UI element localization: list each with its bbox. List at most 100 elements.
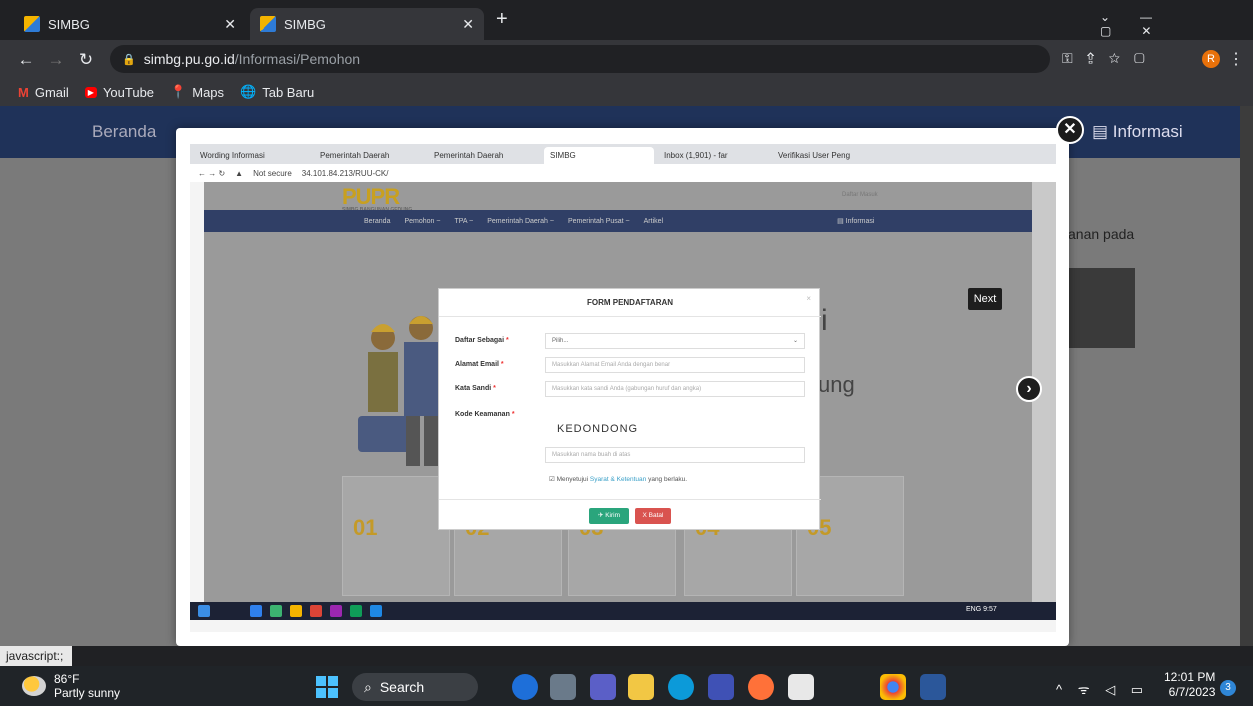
simbg-icon <box>260 16 276 32</box>
label-text: Daftar Sebagai <box>455 337 505 344</box>
inner-nav-info: ▤ Informasi <box>837 218 875 225</box>
app-icon <box>270 605 282 617</box>
inner-nav-item: Beranda <box>364 217 391 225</box>
bookmark-youtube[interactable]: ▶ YouTube <box>84 85 154 100</box>
cancel-button: X Batal <box>635 508 671 524</box>
inner-tab: Verifikasi User Peng <box>778 151 851 160</box>
warning-icon: ▲ <box>235 168 244 178</box>
bookmark-maps[interactable]: 📍 Maps <box>170 84 224 100</box>
form-title: FORM PENDAFTARAN <box>439 289 821 317</box>
lock-icon: 🔒 <box>122 53 136 66</box>
password-field: Masukkan kata sandi Anda (gabungan huruf… <box>545 381 805 397</box>
bookmarks-bar: M Gmail ▶ YouTube 📍 Maps 🌐 Tab Baru <box>0 78 1253 106</box>
bookmark-gmail[interactable]: M Gmail <box>18 85 69 100</box>
address-bar[interactable]: 🔒 simbg.pu.go.id/Informasi/Pemohon <box>110 45 1050 73</box>
inner-nav-item: TPA ~ <box>454 217 474 225</box>
bookmark-label: Gmail <box>34 84 69 100</box>
system-tray[interactable]: ^ ᯤ ◁ ▭ <box>1056 680 1149 698</box>
task-view-icon[interactable] <box>550 674 576 700</box>
worker-leg <box>406 416 420 466</box>
inner-nav: Beranda Pemohon ~ TPA ~ Pemerintah Daera… <box>204 210 1040 232</box>
search-input[interactable]: ⌕ Search <box>352 673 478 701</box>
lightbox: Wording Informasi Pemerintah Daerah Peme… <box>176 128 1069 646</box>
toolbar-icons[interactable]: ⚿⇪☆▢ <box>1062 50 1159 67</box>
menu-icon[interactable]: ⋮ <box>1228 49 1244 69</box>
weather-desc: Partly sunny <box>54 686 121 700</box>
inner-site: PUPRSIMBG BANGUNAN GEDUNG Daftar Masuk B… <box>204 182 1040 618</box>
weather-temp: 86°F <box>54 672 80 686</box>
password-label: Kata Sandi * <box>455 385 496 392</box>
search-icon: ⌕ <box>364 678 372 695</box>
tour-next-button: Next <box>968 288 1002 310</box>
nav-beranda[interactable]: Beranda <box>92 122 156 142</box>
simbg-icon <box>24 16 40 32</box>
back-icon: ← → ↻ <box>198 168 226 178</box>
app-icon-widgets[interactable] <box>512 674 538 700</box>
form-footer: ✈ Kirim X Batal <box>439 499 821 531</box>
select-value: Pilih... <box>552 338 569 344</box>
chevron-down-icon: ⌄ <box>792 338 798 344</box>
hero-text: ung <box>818 372 855 397</box>
agree-text: Menyetujui <box>556 476 589 483</box>
inner-nav-item: Artikel <box>643 217 664 225</box>
clock[interactable]: 12:01 PM 6/7/2023 <box>1164 670 1215 700</box>
submit-button: ✈ Kirim <box>589 508 629 524</box>
reload-icon[interactable]: ↻ <box>76 50 96 70</box>
teams-icon[interactable] <box>590 674 616 700</box>
partly-sunny-icon <box>22 676 46 696</box>
app-icon <box>250 605 262 617</box>
label-text: Kata Sandi <box>455 385 492 392</box>
time-label: 9:57 <box>983 606 997 613</box>
word-icon[interactable] <box>920 674 946 700</box>
windows-icon[interactable] <box>316 676 338 698</box>
weather-widget[interactable]: 86°F Partly sunny <box>22 672 120 700</box>
inner-nav-label: Informasi <box>845 218 875 225</box>
chrome-icon[interactable] <box>880 674 906 700</box>
app-icon <box>350 605 362 617</box>
inner-nav-item: Pemohon ~ <box>404 217 441 225</box>
youtube-icon: ▶ <box>84 86 97 98</box>
gmail-icon: M <box>18 84 29 100</box>
window-controls[interactable]: ⌄—▢✕ <box>1100 10 1253 38</box>
inner-nav-item: Pemerintah Pusat ~ <box>567 217 630 225</box>
step-card: 01 <box>342 476 450 596</box>
lightbox-image: Wording Informasi Pemerintah Daerah Peme… <box>190 144 1056 632</box>
inner-tab: Wording Informasi <box>200 151 265 160</box>
nav-informasi[interactable]: ▤ Informasi <box>1092 122 1183 142</box>
email-label: Alamat Email * <box>455 361 504 368</box>
inner-taskbar: ENG 9:57 <box>190 602 1056 620</box>
new-tab-button[interactable]: + <box>496 8 508 31</box>
scrollbar[interactable] <box>1240 106 1253 646</box>
next-arrow-icon[interactable]: › <box>1016 376 1042 402</box>
close-icon[interactable]: ✕ <box>462 16 474 33</box>
helmet-icon <box>409 316 433 324</box>
maps-icon: 📍 <box>170 84 187 99</box>
avatar[interactable]: R <box>1202 50 1220 68</box>
registration-form: FORM PENDAFTARAN × Daftar Sebagai * Pili… <box>438 288 821 531</box>
inner-tab: Pemerintah Daerah <box>434 151 504 160</box>
tab-simbg-1[interactable]: SIMBG ✕ <box>14 8 246 40</box>
inner-nav-item: Pemerintah Daerah ~ <box>487 217 554 225</box>
inner-address-bar: ← → ↻ ▲ Not secure 34.101.84.213/RUU-CK/ <box>190 164 1056 182</box>
windows-icon <box>198 605 210 617</box>
forward-icon[interactable]: → <box>46 50 66 70</box>
globe-icon: 🌐 <box>240 84 257 99</box>
inner-tab-bar: Wording Informasi Pemerintah Daerah Peme… <box>190 144 1056 164</box>
close-icon[interactable]: ✕ <box>224 16 236 33</box>
edge-icon[interactable] <box>668 674 694 700</box>
close-icon[interactable]: ✕ <box>1056 116 1084 144</box>
daftar-select: Pilih... ⌄ <box>545 333 805 349</box>
app-icon[interactable] <box>708 674 734 700</box>
file-explorer-icon[interactable] <box>628 674 654 700</box>
status-area <box>0 646 1253 666</box>
lang-label: ENG <box>966 606 982 613</box>
bookmark-tab-baru[interactable]: 🌐 Tab Baru <box>240 84 314 100</box>
back-icon[interactable]: ← <box>16 50 36 70</box>
store-icon[interactable] <box>788 674 814 700</box>
captcha-label: Kode Keamanan * <box>455 411 515 418</box>
firefox-icon[interactable] <box>748 674 774 700</box>
daftar-label: Daftar Sebagai * <box>455 337 509 344</box>
tab-simbg-2[interactable]: SIMBG ✕ <box>250 8 484 40</box>
notification-badge[interactable]: 3 <box>1220 680 1236 696</box>
time-label: 12:01 PM <box>1164 670 1216 684</box>
